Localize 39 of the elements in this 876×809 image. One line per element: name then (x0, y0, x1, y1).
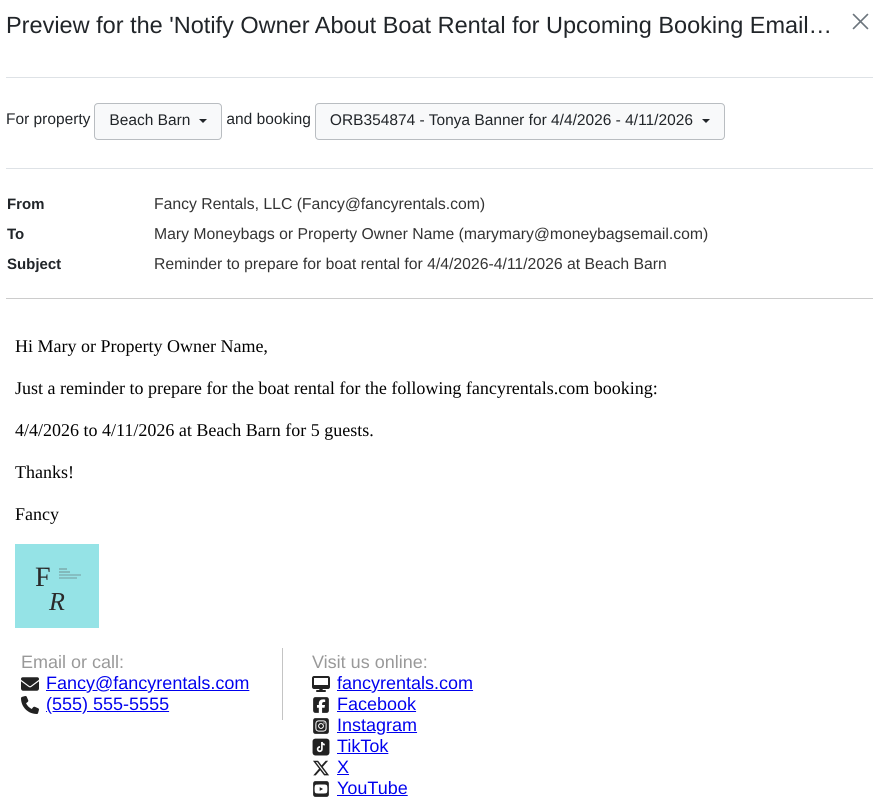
facebook-icon (312, 696, 330, 714)
social-link[interactable]: YouTube (337, 778, 408, 799)
dropdown-button[interactable]: ORB354874 - Tonya Banner for 4/4/2026 - 4/11/2026 (314, 102, 725, 140)
column-heading: Visit us online: (312, 652, 429, 673)
email-paragraph: Thanks! (15, 461, 75, 484)
close-button[interactable] (852, 13, 869, 30)
envelope-icon (21, 674, 39, 692)
social-link[interactable]: Facebook (337, 694, 416, 715)
phone-link[interactable]: (555) 555-5555 (46, 694, 170, 715)
social-link[interactable]: X (337, 757, 350, 778)
instagram-icon (312, 716, 330, 734)
close-icon (852, 13, 869, 30)
youtube-icon (312, 780, 330, 798)
field-value: Mary Moneybags or Property Owner Name (marymary@moneybagsemail.com) (154, 225, 710, 245)
email-link[interactable]: Fancy@fancyrentals.com (46, 673, 250, 694)
x-logo-icon (312, 758, 330, 776)
email-paragraph: 4/4/2026 to 4/11/2026 at Beach Barn for 5 guests. (15, 419, 375, 442)
field-value: Fancy Rentals, LLC (Fancy@fancyrentals.com) (154, 195, 486, 215)
tiktok-icon (312, 738, 330, 756)
social-link[interactable]: TikTok (337, 736, 388, 757)
caret-icon (199, 119, 208, 123)
dropdown-button[interactable]: Beach Barn (94, 102, 222, 140)
phone-icon (21, 696, 39, 714)
field-label: Subject (6, 255, 62, 275)
field-label: From (6, 195, 46, 215)
social-link[interactable]: Instagram (337, 715, 418, 736)
email-paragraph: Fancy (15, 503, 60, 526)
email-paragraph: Hi Mary or Property Owner Name, (15, 335, 269, 358)
email-paragraph: Just a reminder to prepare for the boat rental for the following fancyrentals.com booking: (15, 377, 659, 400)
selector-label: For property (6, 111, 90, 129)
field-value: Reminder to prepare for boat rental for 4/4/2026-4/11/2026 at Beach Barn (154, 255, 668, 275)
dialog-title: Preview for the 'Notify Owner About Boat Rental for Upcoming Booking Email… (6, 11, 832, 39)
monitor-icon (312, 674, 330, 692)
caret-icon (702, 119, 710, 123)
website-link[interactable]: fancyrentals.com (337, 673, 474, 694)
logo-image: F R (15, 544, 99, 628)
selector-label: and booking (226, 111, 311, 129)
field-label: To (6, 225, 26, 245)
column-heading: Email or call: (21, 652, 126, 673)
